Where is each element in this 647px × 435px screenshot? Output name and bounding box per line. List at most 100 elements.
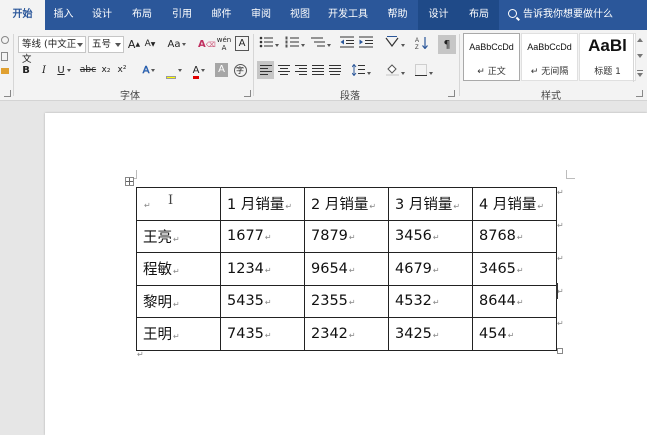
tab-help[interactable]: 帮助 (377, 0, 418, 30)
font-group-label: 字体 (120, 91, 140, 102)
table-cell[interactable]: 8644↵ (472, 284, 557, 318)
more-styles-icon[interactable] (637, 70, 643, 71)
superscript-button[interactable]: x² (115, 62, 129, 79)
justify-button[interactable] (310, 61, 326, 78)
table-cell[interactable]: 3465↵ (472, 252, 557, 286)
tab-view[interactable]: 视图 (281, 0, 319, 30)
style-heading-1[interactable]: AaBl 标题 1 (579, 33, 636, 81)
tab-table-design[interactable]: 设计 (418, 0, 459, 30)
show-marks-button[interactable]: ¶ (438, 35, 456, 54)
table-cell[interactable]: 4 月销量↵ (472, 187, 557, 221)
clear-formatting-button[interactable]: A⌫ (198, 36, 216, 53)
borders-icon (415, 64, 427, 76)
paragraph-group-launcher[interactable] (448, 90, 455, 97)
increase-indent-button[interactable] (358, 36, 374, 53)
style-no-spacing[interactable]: AaBbCcDd ↵ 无间隔 (521, 33, 578, 81)
enclose-char-button[interactable]: 字 (232, 62, 248, 79)
justify-icon (312, 65, 324, 75)
table-row: 程敏↵ 1234↵ 9654↵ 4679↵ 3465↵ (136, 252, 557, 286)
sales-table[interactable]: ↵ 1 月销量↵ 2 月销量↵ 3 月销量↵ 4 月销量↵ 王亮↵ 1677↵ … (136, 187, 557, 351)
line-spacing-button[interactable] (349, 61, 373, 78)
table-cell[interactable]: 454↵ (472, 317, 557, 351)
table-cell[interactable]: 7879↵ (304, 219, 389, 253)
align-right-button[interactable] (293, 61, 309, 78)
highlighter-icon (166, 76, 176, 79)
text-effect-button[interactable]: A (138, 62, 160, 79)
chevron-down-icon (275, 43, 279, 47)
multilevel-list-button[interactable] (309, 36, 333, 53)
tell-me-search[interactable]: 告诉我你想要做什么 (508, 0, 613, 30)
sort-button[interactable]: AZ (414, 36, 430, 53)
tab-references[interactable]: 引用 (162, 0, 202, 30)
distributed-button[interactable] (327, 61, 343, 78)
table-resize-handle[interactable] (557, 348, 563, 354)
table-cell[interactable]: 程敏↵ (136, 252, 221, 286)
table-cell[interactable]: 4532↵ (388, 284, 473, 318)
tab-design[interactable]: 设计 (82, 0, 122, 30)
tab-insert[interactable]: 插入 (45, 0, 82, 30)
chinese-layout-button[interactable] (383, 36, 407, 53)
chevron-up-icon[interactable] (637, 38, 643, 42)
gallery-scroll[interactable] (633, 34, 645, 82)
table-cell[interactable]: 9654↵ (304, 252, 389, 286)
table-cell[interactable]: 3 月销量↵ (388, 187, 473, 221)
table-cell[interactable]: 2 月销量↵ (304, 187, 389, 221)
table-cell[interactable]: 3425↵ (388, 317, 473, 351)
font-name-combo[interactable]: 等线 (中文正文 (18, 36, 86, 65)
table-cell[interactable]: 2342↵ (304, 317, 389, 351)
strikethrough-button[interactable]: abc (79, 62, 97, 79)
chevron-down-icon[interactable] (637, 54, 643, 58)
tab-developer[interactable]: 开发工具 (319, 0, 377, 30)
decrease-indent-button[interactable] (339, 36, 355, 53)
font-group-launcher[interactable] (244, 90, 251, 97)
shading-button[interactable] (383, 61, 407, 78)
format-painter-icon[interactable] (1, 68, 9, 74)
table-move-handle[interactable] (125, 177, 134, 186)
borders-button[interactable] (412, 61, 436, 78)
align-center-button[interactable] (276, 61, 292, 78)
cut-icon[interactable] (1, 36, 9, 44)
highlight-button[interactable] (163, 62, 185, 79)
end-of-row-mark: ↵ (557, 254, 564, 263)
tab-review[interactable]: 审阅 (241, 0, 281, 30)
bold-button[interactable]: B (19, 62, 33, 79)
char-shading-button[interactable]: A (215, 63, 228, 77)
text-effect-label: A (142, 65, 150, 77)
table-cell[interactable]: 4679↵ (388, 252, 473, 286)
subscript-button[interactable]: x₂ (99, 62, 113, 79)
align-left-button[interactable] (257, 61, 274, 79)
char-border-button[interactable]: A (235, 36, 249, 51)
shrink-font-button[interactable]: A▼ (143, 36, 157, 53)
table-cell[interactable]: 8768↵ (472, 219, 557, 253)
styles-group-launcher[interactable] (636, 90, 643, 97)
tab-home[interactable]: 开始 (0, 0, 45, 30)
tab-mailings[interactable]: 邮件 (202, 0, 241, 30)
copy-icon[interactable] (1, 52, 8, 61)
font-color-button[interactable]: A (188, 62, 210, 79)
table-cell[interactable]: 1677↵ (220, 219, 305, 253)
bullets-button[interactable] (257, 36, 281, 53)
table-cell[interactable]: 1234↵ (220, 252, 305, 286)
tab-layout[interactable]: 布局 (122, 0, 162, 30)
table-cell[interactable]: 3456↵ (388, 219, 473, 253)
clipboard-launcher[interactable] (4, 90, 11, 97)
table-cell[interactable]: 黎明↵ (136, 284, 221, 318)
table-cell[interactable]: 7435↵ (220, 317, 305, 351)
style-normal[interactable]: AaBbCcDd ↵ 正文 (463, 33, 520, 81)
numbering-button[interactable] (283, 36, 307, 53)
line-spacing-icon (351, 63, 365, 77)
phonetic-guide-button[interactable]: wén A (216, 36, 232, 53)
change-case-button[interactable]: Aa (165, 36, 189, 53)
table-cell[interactable]: 2355↵ (304, 284, 389, 318)
tab-table-layout[interactable]: 布局 (459, 0, 499, 30)
underline-button[interactable]: U (53, 62, 75, 79)
enclose-char-icon: 字 (233, 64, 247, 77)
italic-button[interactable]: I (37, 62, 51, 79)
table-cell[interactable]: 王明↵ (136, 317, 221, 351)
grow-font-button[interactable]: A▲ (127, 36, 141, 53)
table-cell[interactable]: 5435↵ (220, 284, 305, 318)
font-size-combo[interactable]: 五号 (88, 36, 124, 53)
table-cell[interactable]: ↵ (136, 187, 221, 221)
table-cell[interactable]: 王亮↵ (136, 219, 221, 253)
table-cell[interactable]: 1 月销量↵ (220, 187, 305, 221)
